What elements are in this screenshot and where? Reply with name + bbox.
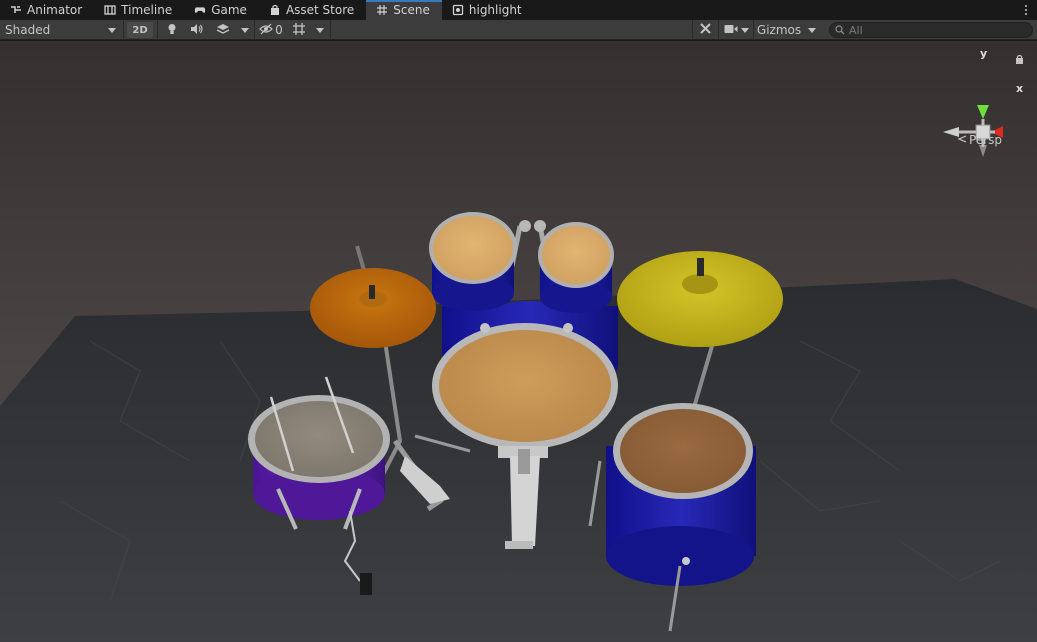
tab-asset-store[interactable]: Asset Store [259,0,366,20]
lock-icon[interactable] [1015,53,1024,67]
chevron-down-icon [740,27,749,33]
editor-tab-bar: Animator Timeline Game Asset Store Scene… [0,0,1037,20]
wrench-icon [699,22,712,38]
bass-drum [432,323,618,449]
hidden-count: 0 [275,23,283,37]
effects-dropdown-button[interactable] [238,20,252,40]
scene-grid-icon [376,4,388,16]
effects-toggle-button[interactable] [212,20,234,40]
chevron-down-icon [108,27,116,33]
tab-highlight[interactable]: highlight [442,0,534,20]
tab-label: highlight [468,3,522,17]
tab-label: Scene [393,3,430,17]
scene-viewport[interactable]: y x Persp [0,41,1037,642]
axis-x-label: x [1016,82,1024,95]
divider [123,20,124,40]
tab-label: Asset Store [285,3,355,17]
scene-toolbar: Shaded 2D 0 Gizmos All [0,20,1037,40]
audio-toggle-button[interactable] [186,20,208,40]
layers-icon [216,23,230,38]
divider [718,20,719,40]
gizmos-button[interactable]: Gizmos [755,20,803,40]
shopping-bag-icon [269,4,281,16]
divider [330,20,331,40]
right-cymbal [617,251,783,347]
tab-label: Game [211,3,247,17]
divider [254,20,255,40]
left-cymbal [310,268,436,348]
shading-mode-value: Shaded [5,23,51,37]
camera-settings-button[interactable] [720,20,752,40]
timeline-icon [104,4,116,16]
gizmos-dropdown-button[interactable] [804,20,820,40]
projection-toggle[interactable]: Persp [957,133,1002,147]
search-input[interactable]: All [829,22,1033,38]
left-tom [429,212,517,311]
right-tom [538,222,614,313]
more-options-icon[interactable] [1021,2,1031,18]
tab-label: Animator [27,3,83,17]
grid-dropdown-button[interactable] [313,20,327,40]
game-controller-icon [194,4,206,16]
scene-visibility-button[interactable]: 0 [258,20,284,40]
perspective-icon [957,133,967,147]
grid-icon [292,22,306,39]
divider [692,20,693,40]
search-placeholder: All [849,23,863,37]
lightbulb-icon [166,23,178,38]
script-icon [452,4,464,16]
shading-mode-dropdown[interactable]: Shaded [0,20,122,40]
chevron-down-icon [241,27,249,33]
grid-toggle-button[interactable] [288,20,310,40]
axis-y-label: y [980,47,988,60]
lighting-toggle-button[interactable] [162,20,182,40]
chevron-down-icon [316,27,324,33]
tab-timeline[interactable]: Timeline [94,0,184,20]
scene-render [0,41,1037,642]
hidden-eye-icon [259,23,274,38]
tab-animator[interactable]: Animator [0,0,94,20]
divider [753,20,754,40]
video-camera-icon [724,23,738,37]
animator-icon [10,4,22,16]
tab-game[interactable]: Game [184,0,259,20]
speaker-icon [190,23,204,38]
divider [157,20,158,40]
projection-label: Persp [969,133,1002,147]
tab-label: Timeline [121,3,173,17]
tab-scene[interactable]: Scene [366,0,442,20]
chevron-down-icon [808,27,816,33]
search-icon [835,25,845,35]
tools-button[interactable] [694,20,716,40]
axis-y-cone [977,105,989,119]
toggle-2d-button[interactable]: 2D [127,22,153,38]
